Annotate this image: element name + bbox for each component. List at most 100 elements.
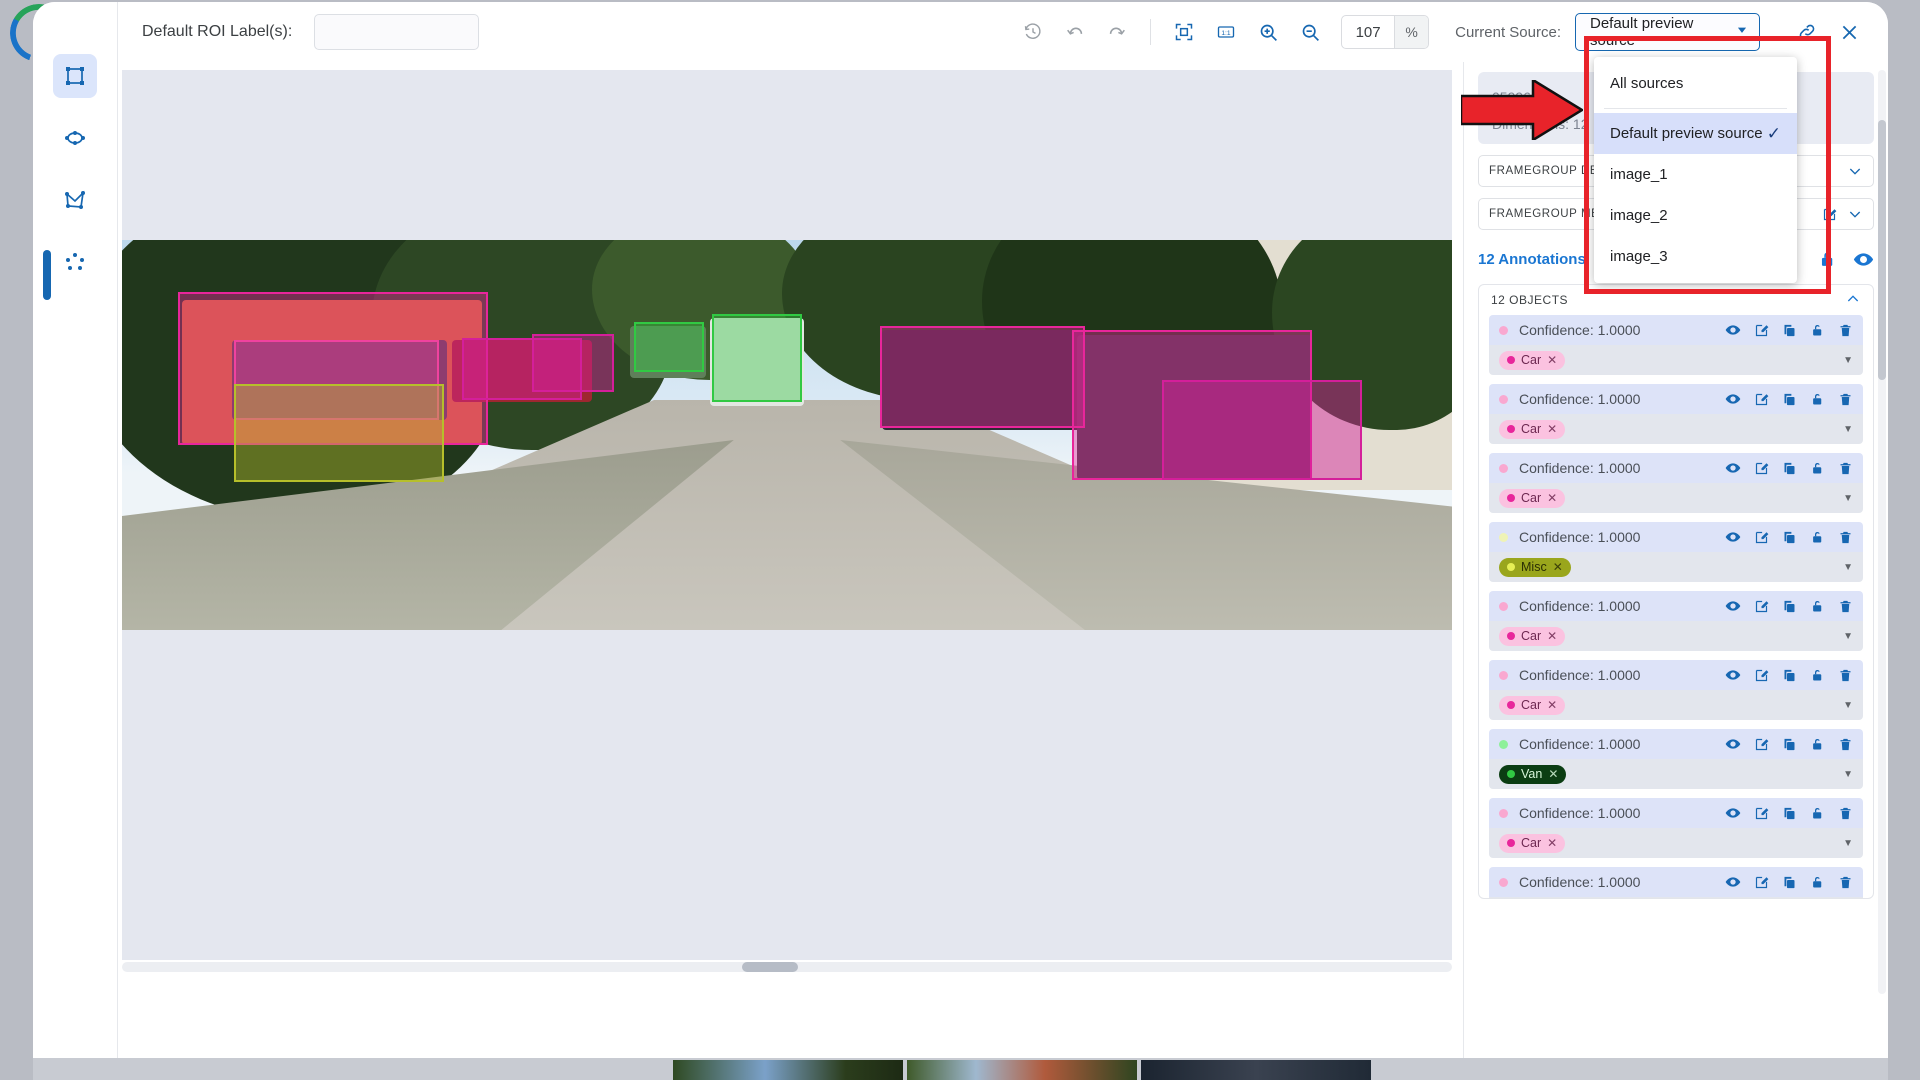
bounding-box-tool[interactable] — [53, 54, 97, 98]
actual-size-1to1-icon[interactable]: 1:1 — [1209, 15, 1243, 49]
unlock-icon[interactable] — [1810, 323, 1825, 338]
copy-icon[interactable] — [1782, 737, 1797, 752]
object-row-labels[interactable]: Misc ✕ ▼ — [1489, 552, 1863, 582]
zoom-in-icon[interactable] — [1251, 15, 1285, 49]
copy-icon[interactable] — [1782, 530, 1797, 545]
zoom-level-control[interactable]: % — [1341, 15, 1430, 49]
remove-label-icon[interactable]: ✕ — [1553, 560, 1563, 574]
remove-label-icon[interactable]: ✕ — [1547, 698, 1557, 712]
object-row-header[interactable]: Confidence: 1.0000 — [1489, 798, 1863, 828]
source-option-all-sources[interactable]: All sources — [1594, 63, 1797, 104]
unlock-icon[interactable] — [1810, 737, 1825, 752]
delete-icon[interactable] — [1838, 392, 1853, 407]
visibility-icon[interactable] — [1725, 529, 1741, 545]
chevron-down-icon[interactable]: ▼ — [1843, 700, 1853, 711]
copy-icon[interactable] — [1782, 668, 1797, 683]
chevron-down-icon[interactable] — [1847, 206, 1863, 222]
canvas-horizontal-scrollbar[interactable] — [122, 962, 1452, 972]
edit-icon[interactable] — [1754, 392, 1769, 407]
close-icon[interactable] — [1832, 15, 1866, 49]
delete-icon[interactable] — [1838, 875, 1853, 890]
panel-resize-handle[interactable] — [43, 250, 51, 300]
default-roi-input[interactable] — [314, 14, 480, 50]
object-row-header[interactable]: Confidence: 1.0000 — [1489, 660, 1863, 690]
unlock-icon[interactable] — [1810, 875, 1825, 890]
object-row-header[interactable]: Confidence: 1.0000 — [1489, 522, 1863, 552]
annotation-box[interactable] — [234, 384, 444, 482]
visibility-icon[interactable] — [1725, 736, 1741, 752]
edit-icon[interactable] — [1754, 806, 1769, 821]
object-label-chip[interactable]: Car ✕ — [1499, 488, 1566, 508]
details-panel-scrollbar[interactable] — [1878, 70, 1886, 994]
edit-icon[interactable] — [1754, 668, 1769, 683]
delete-icon[interactable] — [1838, 530, 1853, 545]
chevron-down-icon[interactable]: ▼ — [1843, 769, 1853, 780]
object-row-labels[interactable]: Car ✕ ▼ — [1489, 345, 1863, 375]
visibility-icon[interactable] — [1725, 805, 1741, 821]
annotation-box[interactable] — [880, 326, 1085, 428]
unlock-icon[interactable] — [1810, 668, 1825, 683]
edit-icon[interactable] — [1754, 875, 1769, 890]
annotated-image[interactable] — [122, 240, 1452, 630]
visibility-icon[interactable] — [1725, 667, 1741, 683]
copy-icon[interactable] — [1782, 392, 1797, 407]
visibility-icon[interactable] — [1725, 598, 1741, 614]
object-row-header[interactable]: Confidence: 1.0000 — [1489, 867, 1863, 897]
source-option-image-2[interactable]: image_2 — [1594, 195, 1797, 236]
fit-to-screen-icon[interactable] — [1167, 15, 1201, 49]
object-row-header[interactable]: Confidence: 1.0000 — [1489, 315, 1863, 345]
object-item[interactable]: Confidence: 1.0000 Car✕ ▼ — [1489, 384, 1863, 444]
source-option-image-1[interactable]: image_1 — [1594, 154, 1797, 195]
object-label-chip[interactable]: Car ✕ — [1499, 695, 1566, 715]
delete-icon[interactable] — [1838, 806, 1853, 821]
object-row-labels[interactable]: Car ✕ ▼ — [1489, 828, 1863, 858]
object-item[interactable]: Confidence: 1.0000 Car✕ ▼ — [1489, 660, 1863, 720]
delete-icon[interactable] — [1838, 323, 1853, 338]
chevron-down-icon[interactable]: ▼ — [1843, 562, 1853, 573]
visibility-icon[interactable] — [1725, 460, 1741, 476]
edit-icon[interactable] — [1822, 207, 1837, 222]
scrollbar-thumb[interactable] — [1878, 120, 1886, 380]
chevron-down-icon[interactable]: ▼ — [1843, 424, 1853, 435]
objects-card-header[interactable]: 12 OBJECTS — [1479, 285, 1873, 315]
object-row-labels[interactable]: Car ✕ ▼ — [1489, 621, 1863, 651]
annotation-box[interactable] — [532, 334, 614, 392]
annotation-box[interactable] — [1162, 380, 1362, 480]
source-option-default-preview-source[interactable]: Default preview source ✓ — [1594, 113, 1797, 154]
delete-icon[interactable] — [1838, 461, 1853, 476]
filmstrip-thumbnail[interactable] — [1141, 1060, 1371, 1080]
image-canvas[interactable] — [122, 70, 1452, 960]
remove-label-icon[interactable]: ✕ — [1547, 836, 1557, 850]
keypoints-tool[interactable] — [53, 240, 97, 284]
copy-icon[interactable] — [1782, 875, 1797, 890]
object-row-header[interactable]: Confidence: 1.0000 — [1489, 384, 1863, 414]
copy-icon[interactable] — [1782, 599, 1797, 614]
copy-icon[interactable] — [1782, 461, 1797, 476]
chevron-down-icon[interactable]: ▼ — [1843, 838, 1853, 849]
annotation-box[interactable] — [634, 322, 704, 372]
unlock-icon[interactable] — [1810, 392, 1825, 407]
chevron-down-icon[interactable]: ▼ — [1843, 355, 1853, 366]
object-row-labels[interactable]: Car ✕ ▼ — [1489, 483, 1863, 513]
object-item[interactable]: Confidence: 1.0000Car✕▼ — [1489, 867, 1863, 898]
object-label-chip[interactable]: Car ✕ — [1499, 350, 1566, 370]
remove-label-icon[interactable]: ✕ — [1547, 491, 1557, 505]
link-icon[interactable] — [1790, 15, 1824, 49]
chevron-down-icon[interactable]: ▼ — [1843, 631, 1853, 642]
filmstrip-thumbnail[interactable] — [907, 1060, 1137, 1080]
object-label-chip[interactable]: Car ✕ — [1499, 419, 1566, 439]
remove-label-icon[interactable]: ✕ — [1547, 422, 1557, 436]
object-label-chip[interactable]: Car ✕ — [1499, 833, 1566, 853]
unlock-icon[interactable] — [1818, 250, 1837, 269]
object-label-chip[interactable]: Misc ✕ — [1499, 557, 1571, 577]
object-row-header[interactable]: Confidence: 1.0000 — [1489, 453, 1863, 483]
unlock-icon[interactable] — [1810, 461, 1825, 476]
object-label-chip[interactable]: Car ✕ — [1499, 626, 1566, 646]
ellipse-tool[interactable] — [53, 116, 97, 160]
remove-label-icon[interactable]: ✕ — [1548, 767, 1558, 781]
object-item[interactable]: Confidence: 1.0000Car✕▼ — [1489, 453, 1863, 513]
delete-icon[interactable] — [1838, 599, 1853, 614]
delete-icon[interactable] — [1838, 668, 1853, 683]
redo-icon[interactable] — [1100, 15, 1134, 49]
annotation-box[interactable] — [712, 314, 802, 402]
